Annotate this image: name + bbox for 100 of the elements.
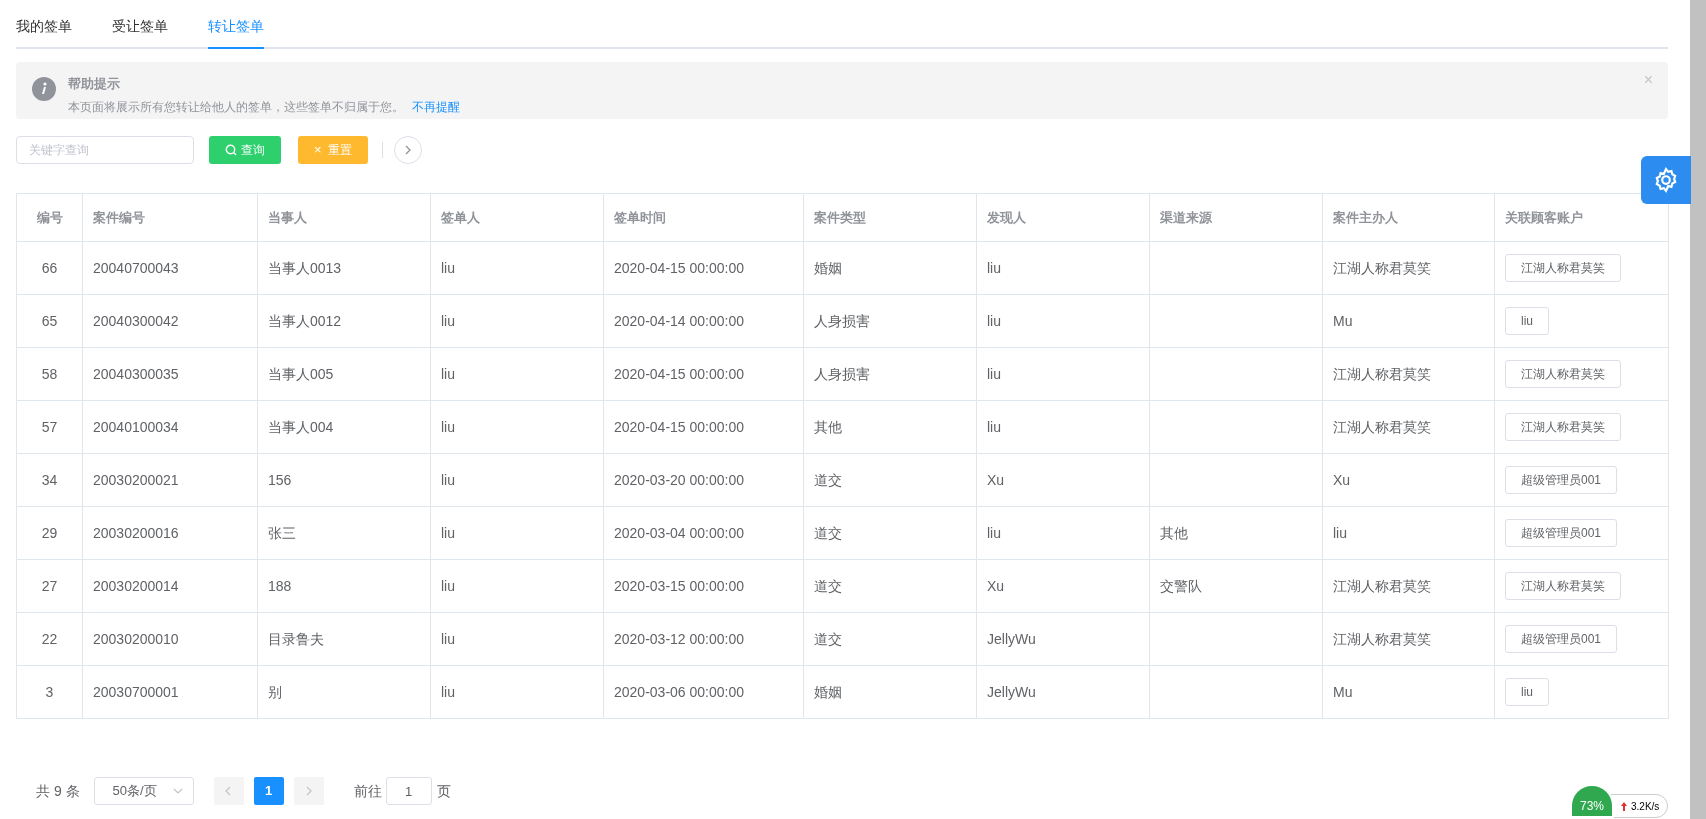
table-cell: 江湖人称君莫笑 xyxy=(1322,241,1495,295)
table-cell: liu xyxy=(976,241,1150,295)
column-header: 签单时间 xyxy=(603,193,804,242)
account-button[interactable]: 江湖人称君莫笑 xyxy=(1505,254,1621,282)
table-cell: 道交 xyxy=(803,612,977,666)
account-button[interactable]: liu xyxy=(1505,307,1549,335)
table-cell: 22 xyxy=(16,612,83,666)
table-cell: 人身损害 xyxy=(803,294,977,348)
table-cell: 2020-03-04 00:00:00 xyxy=(603,506,804,560)
page-size-select[interactable]: 50条/页 xyxy=(93,777,194,805)
table-cell: 2020-04-15 00:00:00 xyxy=(603,400,804,454)
upload-arrow-icon xyxy=(1621,801,1627,811)
table-cell: 2020-03-12 00:00:00 xyxy=(603,612,804,666)
table-cell: 20030700001 xyxy=(82,665,258,719)
table-cell: 道交 xyxy=(803,453,977,507)
caret-icon xyxy=(172,788,183,794)
table-cell: 20040300042 xyxy=(82,294,258,348)
tab[interactable]: 转让签单 xyxy=(208,16,264,49)
page-number-field[interactable]: 1 xyxy=(385,777,432,805)
table-cell: 当事人0013 xyxy=(257,241,431,295)
table-cell: 婚姻 xyxy=(803,665,977,719)
search-field[interactable]: 关键字查询 xyxy=(16,136,194,164)
account-button[interactable]: 江湖人称君莫笑 xyxy=(1505,360,1621,388)
settings-button[interactable] xyxy=(1641,156,1691,204)
table-cell: Xu xyxy=(976,559,1150,613)
table-cell: 2020-03-06 00:00:00 xyxy=(603,665,804,719)
table-cell: liu xyxy=(430,506,604,560)
table-cell: Mu xyxy=(1322,294,1495,348)
table-cell: 其他 xyxy=(803,400,977,454)
table-cell: JellyWu xyxy=(976,612,1150,666)
table-cell: liu xyxy=(976,347,1150,401)
search-icon xyxy=(225,144,237,156)
table-cell: 2020-04-15 00:00:00 xyxy=(603,241,804,295)
goto-label: 前往 xyxy=(353,781,382,801)
table-cell: 2020-03-15 00:00:00 xyxy=(603,559,804,613)
goto-suffix: 页 xyxy=(436,781,451,801)
table-cell: 65 xyxy=(16,294,83,348)
column-header: 发现人 xyxy=(976,193,1150,242)
scrollbar[interactable] xyxy=(1690,0,1706,819)
account-button[interactable]: 江湖人称君莫笑 xyxy=(1505,572,1621,600)
account-button[interactable]: 江湖人称君莫笑 xyxy=(1505,413,1621,441)
column-header: 案件类型 xyxy=(803,193,977,242)
table-cell: liu xyxy=(430,559,604,613)
table-cell: 目录鲁夫 xyxy=(257,612,431,666)
table-cell: 当事人0012 xyxy=(257,294,431,348)
table-cell: 交警队 xyxy=(1149,559,1323,613)
table-cell: 20030200010 xyxy=(82,612,258,666)
table-cell: 2020-04-15 00:00:00 xyxy=(603,347,804,401)
table-cell: 156 xyxy=(257,453,431,507)
table-cell: 27 xyxy=(16,559,83,613)
table-cell: 57 xyxy=(16,400,83,454)
table-cell: 34 xyxy=(16,453,83,507)
column-header: 案件主办人 xyxy=(1322,193,1495,242)
table-cell: 江湖人称君莫笑 xyxy=(1322,559,1495,613)
table-cell: liu xyxy=(976,506,1150,560)
info-icon xyxy=(32,77,56,101)
account-button[interactable]: liu xyxy=(1505,678,1549,706)
tab[interactable]: 受让签单 xyxy=(112,16,168,49)
column-header: 案件编号 xyxy=(82,193,258,242)
account-button[interactable]: 超级管理员001 xyxy=(1505,519,1618,547)
table-cell: 江湖人称君莫笑 xyxy=(1322,400,1495,454)
table-cell: 2020-04-14 00:00:00 xyxy=(603,294,804,348)
table-cell: liu xyxy=(976,294,1150,348)
table-cell: liu xyxy=(430,241,604,295)
network-speed: 3.2K/s xyxy=(1631,799,1660,814)
column-header: 编号 xyxy=(16,193,83,242)
table-cell: liu xyxy=(430,400,604,454)
settings-icon xyxy=(1653,167,1679,193)
chevron-right-icon xyxy=(305,786,313,796)
table-cell: Mu xyxy=(1322,665,1495,719)
table-cell: 188 xyxy=(257,559,431,613)
column-header: 签单人 xyxy=(430,193,604,242)
table-cell: 道交 xyxy=(803,559,977,613)
alert-title: 帮助提示 xyxy=(68,75,121,93)
column-header: 当事人 xyxy=(257,193,431,242)
table-cell: 江湖人称君莫笑 xyxy=(1322,347,1495,401)
table-cell: 当事人004 xyxy=(257,400,431,454)
table-cell: 张三 xyxy=(257,506,431,560)
table-cell: 人身损害 xyxy=(803,347,977,401)
chevron-left-icon xyxy=(225,786,233,796)
total-count: 共 9 条 xyxy=(36,781,80,801)
table-cell: liu xyxy=(430,665,604,719)
table-cell: 66 xyxy=(16,241,83,295)
previous-page-button[interactable] xyxy=(213,777,244,805)
table-cell: 20030200021 xyxy=(82,453,258,507)
table-cell: 58 xyxy=(16,347,83,401)
table-cell: 29 xyxy=(16,506,83,560)
table-cell: 20040700043 xyxy=(82,241,258,295)
table-cell: JellyWu xyxy=(976,665,1150,719)
table-cell: Xu xyxy=(976,453,1150,507)
table-cell: 20030200016 xyxy=(82,506,258,560)
next-page-button[interactable] xyxy=(293,777,324,805)
account-button[interactable]: 超级管理员001 xyxy=(1505,625,1618,653)
table-cell: liu xyxy=(1322,506,1495,560)
account-button[interactable]: 超级管理员001 xyxy=(1505,466,1618,494)
tab[interactable]: 我的签单 xyxy=(16,16,72,49)
table-cell: 20040300035 xyxy=(82,347,258,401)
table-cell: liu xyxy=(430,347,604,401)
table-cell: 3 xyxy=(16,665,83,719)
cpu-gauge: 73% xyxy=(1570,784,1614,818)
